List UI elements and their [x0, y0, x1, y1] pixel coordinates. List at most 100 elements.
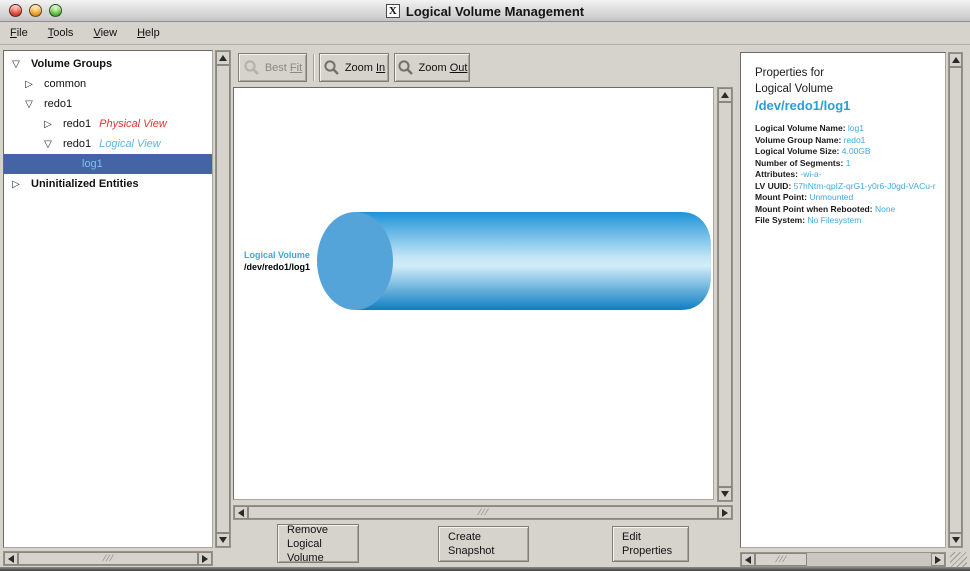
scroll-down-button[interactable] [216, 533, 230, 547]
tree-item-redo1-logical-view[interactable]: ▽ redo1 Logical View [4, 134, 212, 154]
property-value: -wi-a- [800, 169, 821, 179]
scroll-right-button[interactable] [931, 553, 945, 566]
scroll-left-button[interactable] [234, 506, 248, 519]
magnifier-icon [323, 60, 340, 76]
menu-help-rest: elp [145, 27, 160, 39]
property-row: Attributes: -wi-a- [755, 169, 945, 181]
physical-view-label: Physical View [99, 118, 167, 130]
scrollbar-track[interactable] [807, 553, 931, 566]
property-row: Number of Segments: 1 [755, 158, 945, 170]
properties-title-line2: Logical Volume [755, 81, 945, 97]
scroll-up-button[interactable] [949, 53, 962, 67]
property-label: Mount Point when Rebooted: [755, 204, 873, 214]
scroll-up-button[interactable] [718, 88, 732, 102]
expander-open-icon[interactable]: ▽ [42, 139, 54, 150]
best-fit-label: Best Fit [265, 62, 302, 74]
property-label: File System: [755, 215, 805, 225]
tree-label: redo1 [63, 138, 91, 150]
expander-open-icon[interactable]: ▽ [23, 99, 35, 110]
titlebar-center: X Logical Volume Management [0, 0, 970, 22]
tree-vertical-scrollbar[interactable] [215, 50, 231, 548]
expander-closed-icon[interactable]: ▷ [23, 79, 35, 90]
tree-label: common [44, 78, 86, 90]
property-label: Attributes: [755, 169, 798, 179]
property-value: 1 [846, 158, 851, 168]
tree-label: redo1 [44, 98, 72, 110]
thumb-grip: /// [101, 554, 114, 563]
properties-volume-path: /dev/redo1/log1 [755, 97, 945, 114]
property-value: 57hNtm-qpIZ-qrG1-y0r6-J0gd-VACu-r [794, 181, 936, 191]
logical-volume-cylinder[interactable] [234, 88, 713, 499]
menu-view[interactable]: View [93, 27, 117, 39]
properties-horizontal-scrollbar[interactable]: /// [740, 552, 946, 567]
properties-title-line1: Properties for [755, 65, 945, 81]
scroll-down-button[interactable] [949, 533, 962, 547]
property-label: Logical Volume Name: [755, 123, 846, 133]
property-label: Volume Group Name: [755, 135, 841, 145]
tree-item-redo1[interactable]: ▽ redo1 [4, 94, 212, 114]
property-label: Number of Segments: [755, 158, 843, 168]
arrow-down-icon [721, 491, 729, 497]
properties-panel: Properties for Logical Volume /dev/redo1… [740, 52, 946, 548]
edit-properties-button[interactable]: Edit Properties [612, 526, 689, 562]
menu-file[interactable]: File [10, 27, 28, 39]
arrow-left-icon [238, 509, 244, 517]
scroll-left-button[interactable] [4, 552, 18, 565]
scrollbar-thumb[interactable]: /// [248, 506, 718, 519]
edit-properties-label: Edit Properties [622, 530, 679, 558]
property-value: redo1 [844, 135, 866, 145]
scroll-right-button[interactable] [718, 506, 732, 519]
property-value: None [875, 204, 895, 214]
arrow-down-icon [952, 537, 960, 543]
scroll-right-button[interactable] [198, 552, 212, 565]
menu-help[interactable]: Help [137, 27, 160, 39]
toolbar-separator [313, 54, 315, 81]
tree-item-volume-groups[interactable]: ▽ Volume Groups [4, 54, 212, 74]
thumb-grip: /// [476, 508, 489, 517]
best-fit-button[interactable]: Best Fit [238, 53, 307, 82]
magnifier-icon [397, 60, 414, 76]
arrow-right-icon [935, 556, 941, 564]
scroll-up-button[interactable] [216, 51, 230, 65]
zoom-in-button[interactable]: Zoom In [319, 53, 389, 82]
scrollbar-thumb[interactable] [949, 67, 962, 533]
scrollbar-thumb[interactable]: /// [18, 552, 198, 565]
create-snapshot-button[interactable]: Create Snapshot [438, 526, 529, 562]
logical-view-label: Logical View [99, 138, 161, 150]
tree-horizontal-scrollbar[interactable]: /// [3, 551, 213, 566]
arrow-right-icon [722, 509, 728, 517]
thumb-grip: /// [774, 555, 787, 564]
menu-file-rest: ile [17, 27, 28, 39]
arrow-up-icon [219, 55, 227, 61]
arrow-right-icon [202, 555, 208, 563]
scroll-left-button[interactable] [741, 553, 755, 566]
volume-canvas: Logical Volume /dev/redo1/log1 [233, 87, 714, 500]
tree-item-common[interactable]: ▷ common [4, 74, 212, 94]
property-label: Mount Point: [755, 192, 807, 202]
expander-closed-icon[interactable]: ▷ [42, 119, 54, 130]
canvas-vertical-scrollbar[interactable] [717, 87, 733, 502]
tree-item-redo1-physical-view[interactable]: ▷ redo1 Physical View [4, 114, 212, 134]
scrollbar-thumb[interactable] [718, 102, 732, 487]
properties-vertical-scrollbar[interactable] [948, 52, 963, 548]
zoom-out-label: Zoom Out [419, 62, 468, 74]
remove-logical-volume-button[interactable]: Remove Logical Volume [277, 524, 359, 563]
main-content: ▽ Volume Groups ▷ common ▽ redo1 ▷ redo1… [0, 45, 970, 567]
property-row: Volume Group Name: redo1 [755, 135, 945, 147]
expander-closed-icon[interactable]: ▷ [10, 179, 22, 190]
scroll-down-button[interactable] [718, 487, 732, 501]
window-resize-grip[interactable] [950, 552, 967, 567]
property-row: Logical Volume Name: log1 [755, 123, 945, 135]
expander-open-icon[interactable]: ▽ [10, 59, 22, 70]
tree-item-uninitialized-entities[interactable]: ▷ Uninitialized Entities [4, 174, 212, 194]
zoom-out-button[interactable]: Zoom Out [394, 53, 470, 82]
tree-item-log1-selected[interactable]: log1 [4, 154, 212, 174]
menubar: File Tools View Help [0, 22, 970, 45]
menu-tools[interactable]: Tools [48, 27, 74, 39]
menu-tools-rest: ools [53, 27, 73, 39]
property-row: LV UUID: 57hNtm-qpIZ-qrG1-y0r6-J0gd-VACu… [755, 181, 945, 193]
canvas-horizontal-scrollbar[interactable]: /// [233, 505, 733, 520]
property-row: Mount Point when Rebooted: None [755, 204, 945, 216]
scrollbar-thumb[interactable] [216, 65, 230, 533]
scrollbar-thumb[interactable]: /// [755, 553, 807, 566]
